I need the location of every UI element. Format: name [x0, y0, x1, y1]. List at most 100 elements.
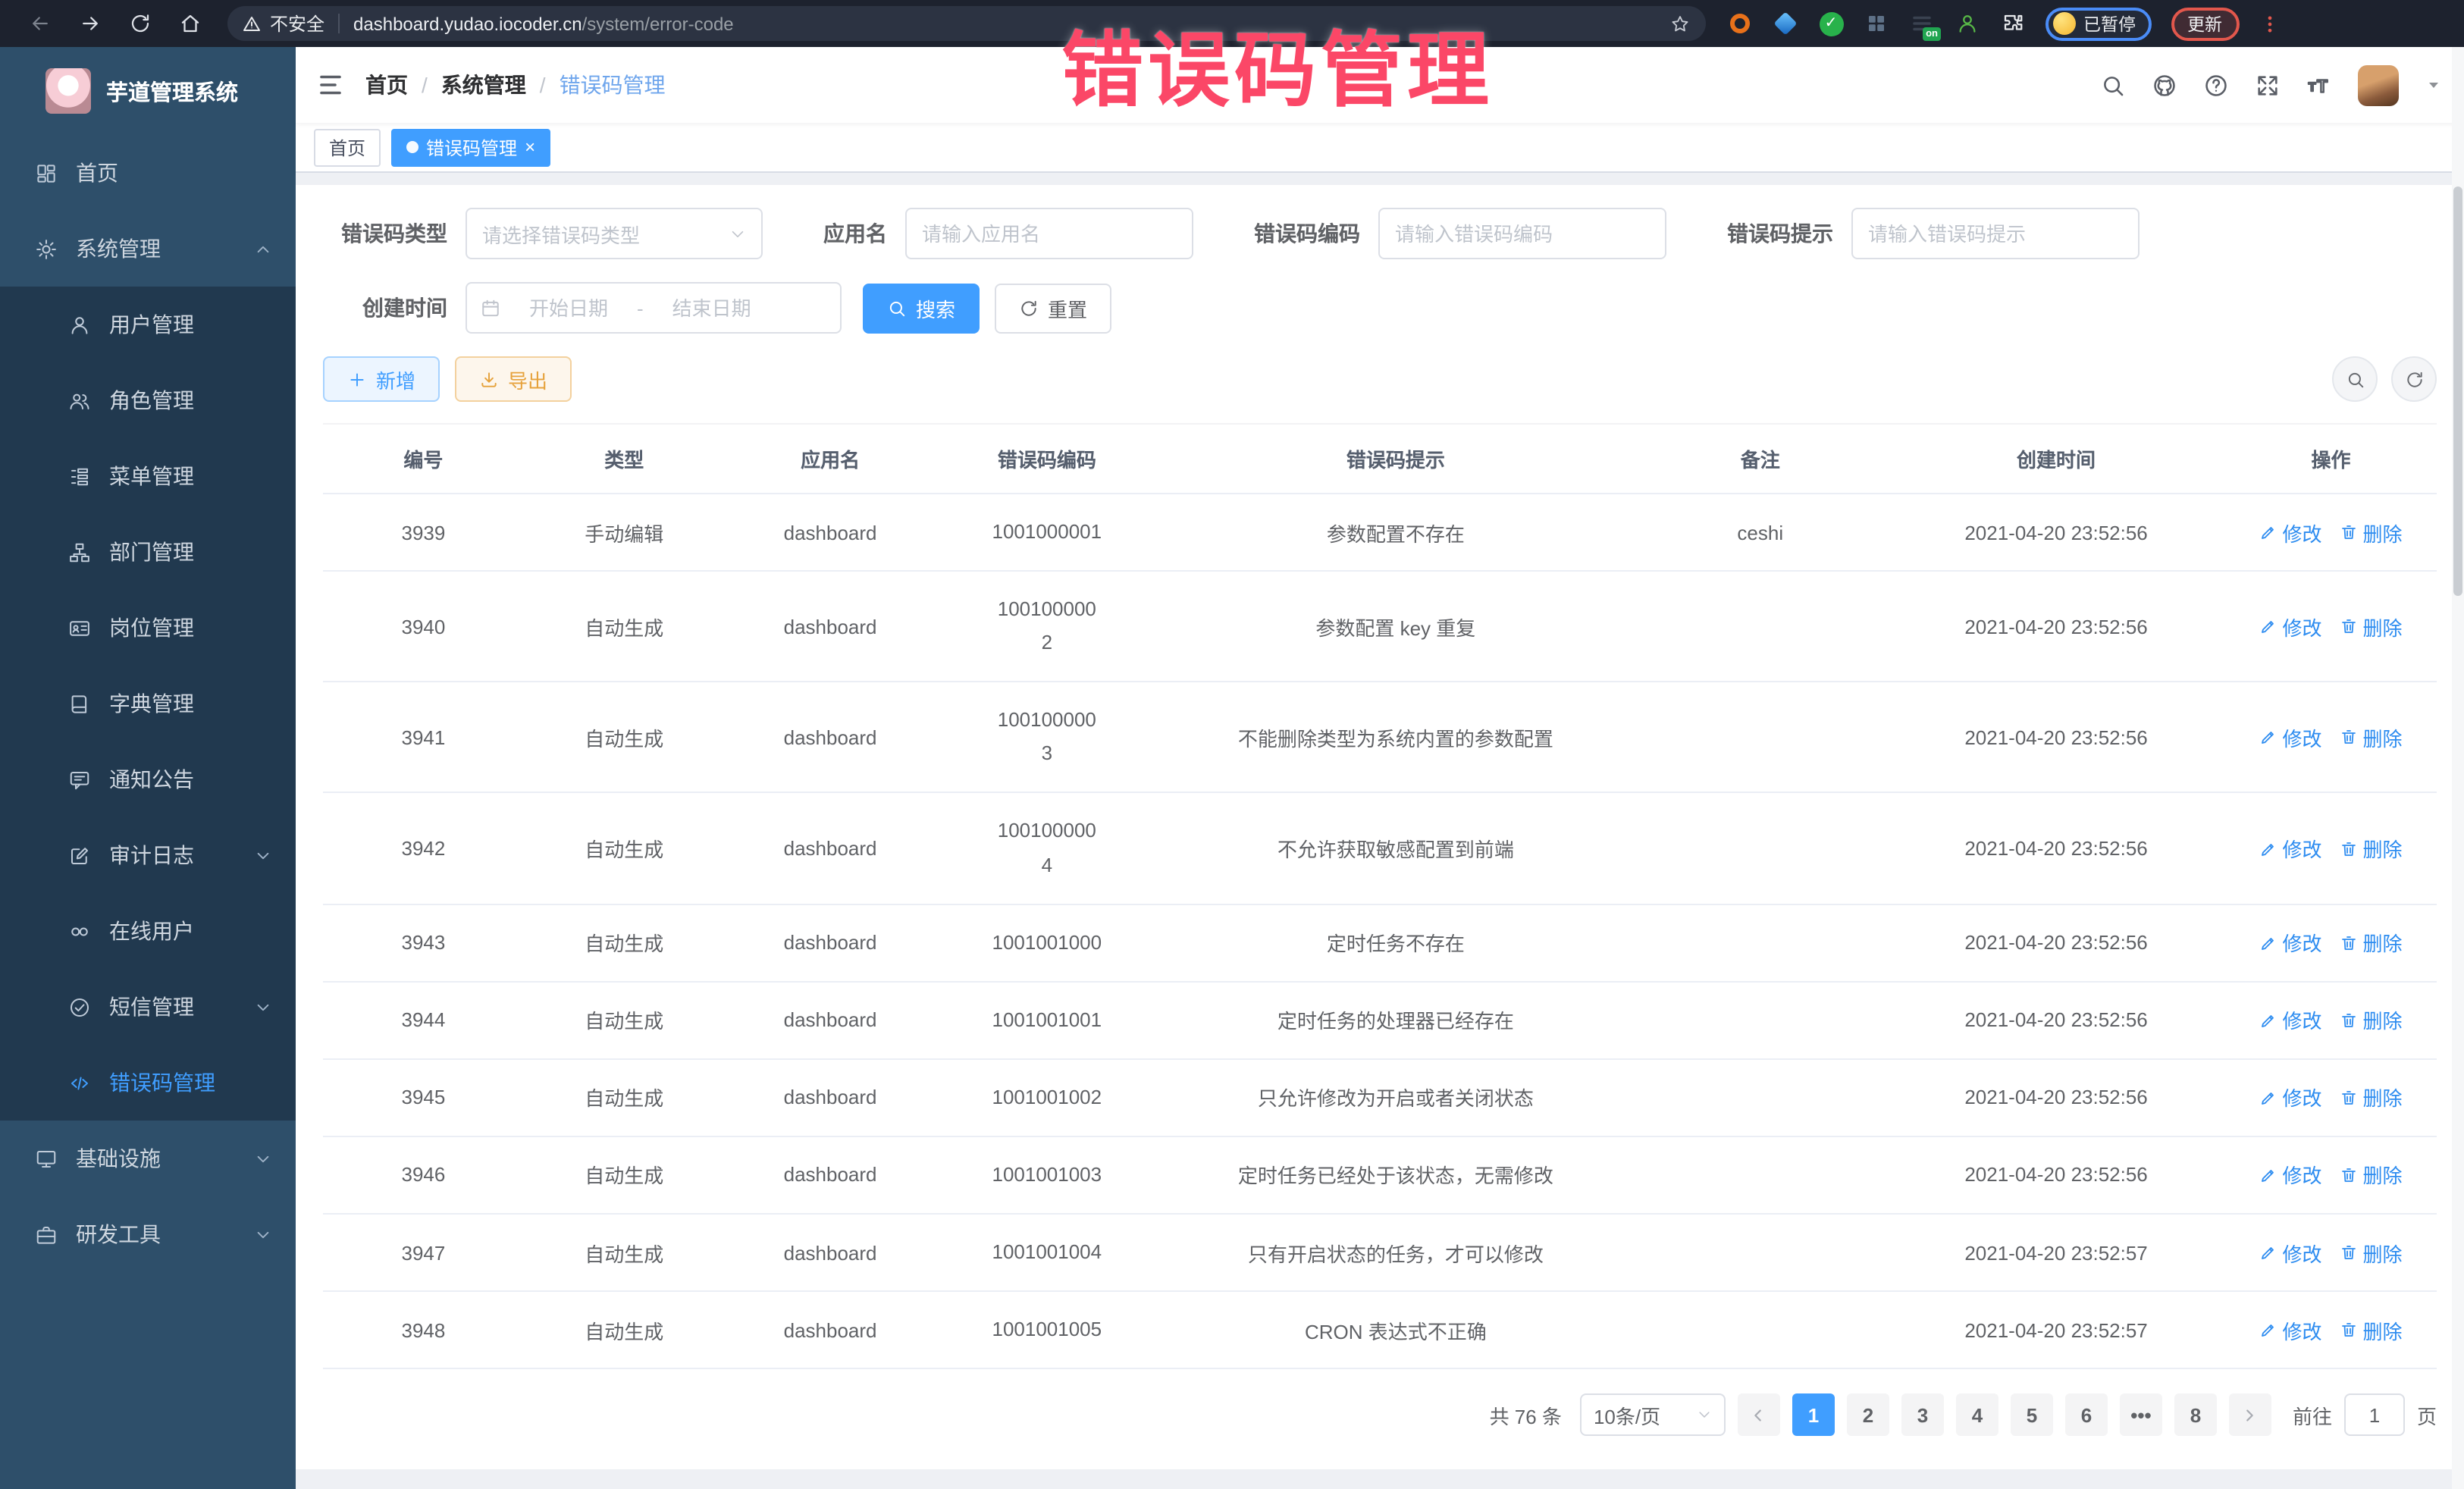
row-msg: 定时任务已经处于该状态，无需修改 — [1158, 1136, 1633, 1214]
delete-link[interactable]: 删除 — [2340, 834, 2403, 863]
extension-list-icon[interactable]: on — [1909, 11, 1935, 36]
browser-update-button[interactable]: 更新 — [2171, 7, 2239, 40]
profile-paused-pill[interactable]: 已暂停 — [2045, 7, 2151, 40]
edit-link[interactable]: 修改 — [2260, 1006, 2322, 1035]
delete-link[interactable]: 删除 — [2340, 1161, 2403, 1190]
delete-link[interactable]: 删除 — [2340, 612, 2403, 641]
sidebar-item-notice[interactable]: 通知公告 — [0, 741, 296, 817]
tag-close-icon[interactable]: × — [525, 138, 535, 156]
extension-grid-icon[interactable] — [1864, 11, 1889, 36]
page-button-5[interactable]: 5 — [2011, 1393, 2053, 1436]
sidebar-item-home[interactable]: 首页 — [0, 135, 296, 211]
tag-error-code[interactable]: 错误码管理× — [391, 128, 550, 166]
row-created: 2021-04-20 23:52:56 — [1887, 494, 2225, 571]
sidebar-item-dept[interactable]: 部门管理 — [0, 514, 296, 590]
page-more-button[interactable]: ••• — [2120, 1393, 2162, 1436]
avatar-caret-icon[interactable] — [2425, 76, 2443, 94]
end-date-input[interactable] — [653, 295, 771, 321]
row-actions: 修改删除 — [2225, 793, 2437, 904]
export-button[interactable]: 导出 — [455, 356, 572, 402]
next-page-button[interactable] — [2229, 1393, 2271, 1436]
search-button[interactable]: 搜索 — [863, 283, 980, 333]
page-button-1[interactable]: 1 — [1792, 1393, 1835, 1436]
font-size-icon[interactable] — [2306, 72, 2332, 98]
page-size-select[interactable]: 10条/页 — [1580, 1393, 1726, 1436]
edit-link[interactable]: 修改 — [2260, 518, 2322, 547]
browser-menu-icon[interactable] — [2259, 13, 2280, 34]
breadcrumb-home[interactable]: 首页 — [365, 70, 408, 100]
browser-forward-icon[interactable] — [79, 12, 102, 35]
sidebar-item-audit-log[interactable]: 审计日志 — [0, 817, 296, 893]
toggle-search-button[interactable] — [2332, 356, 2378, 402]
browser-home-icon[interactable] — [179, 12, 202, 35]
edit-link[interactable]: 修改 — [2260, 723, 2322, 752]
sidebar-item-user[interactable]: 用户管理 — [0, 287, 296, 362]
edit-link[interactable]: 修改 — [2260, 1315, 2322, 1344]
sidebar-item-menu[interactable]: 菜单管理 — [0, 438, 296, 514]
browser-back-icon[interactable] — [29, 12, 52, 35]
code-input[interactable] — [1378, 208, 1666, 259]
extension-person-icon[interactable] — [1955, 11, 1980, 36]
delete-link[interactable]: 删除 — [2340, 1315, 2403, 1344]
sidebar-item-error-code[interactable]: 错误码管理 — [0, 1045, 296, 1121]
sidebar-item-dict[interactable]: 字典管理 — [0, 666, 296, 741]
edit-link[interactable]: 修改 — [2260, 612, 2322, 641]
chevron-down-icon — [729, 225, 746, 242]
date-range-picker[interactable]: - — [466, 282, 842, 334]
sidebar-item-post[interactable]: 岗位管理 — [0, 590, 296, 666]
bookmark-star-icon[interactable] — [1669, 13, 1691, 34]
page-button-2[interactable]: 2 — [1847, 1393, 1889, 1436]
delete-link[interactable]: 删除 — [2340, 1006, 2403, 1035]
edit-link[interactable]: 修改 — [2260, 1238, 2322, 1267]
sidebar-item-sms[interactable]: 短信管理 — [0, 969, 296, 1045]
type-select[interactable]: 请选择错误码类型 — [466, 208, 763, 259]
sidebar-item-dev-tools[interactable]: 研发工具 — [0, 1196, 296, 1272]
reset-button[interactable]: 重置 — [995, 283, 1111, 333]
prev-page-button[interactable] — [1738, 1393, 1780, 1436]
goto-page-input[interactable] — [2344, 1393, 2405, 1436]
page-button-6[interactable]: 6 — [2065, 1393, 2108, 1436]
breadcrumb-system[interactable]: 系统管理 — [441, 70, 526, 100]
delete-link[interactable]: 删除 — [2340, 1238, 2403, 1267]
sidebar-item-role[interactable]: 角色管理 — [0, 362, 296, 438]
delete-link[interactable]: 删除 — [2340, 928, 2403, 957]
row-actions: 修改删除 — [2225, 682, 2437, 793]
row-code: 100100000 4 — [936, 793, 1158, 904]
delete-link[interactable]: 删除 — [2340, 1083, 2403, 1112]
delete-link[interactable]: 删除 — [2340, 723, 2403, 752]
app-input[interactable] — [905, 208, 1193, 259]
extensions-puzzle-icon[interactable] — [2000, 11, 2026, 36]
delete-link[interactable]: 删除 — [2340, 518, 2403, 547]
tag-home[interactable]: 首页 — [314, 128, 381, 166]
col-remark: 备注 — [1634, 424, 1888, 494]
github-icon[interactable] — [2152, 72, 2177, 98]
extension-gem-icon[interactable] — [1773, 11, 1798, 36]
filter-row-2: 创建时间 - 搜索 重置 — [323, 282, 2437, 334]
sidebar-item-system[interactable]: 系统管理 — [0, 211, 296, 287]
start-date-input[interactable] — [509, 295, 628, 321]
sidebar-item-infra[interactable]: 基础设施 — [0, 1121, 296, 1196]
page-scrollbar[interactable] — [2452, 47, 2464, 1489]
browser-reload-icon[interactable] — [129, 12, 152, 35]
user-avatar[interactable] — [2358, 64, 2399, 105]
row-actions: 修改删除 — [2225, 494, 2437, 571]
extension-green-check-icon[interactable]: ✓ — [1818, 11, 1844, 36]
edit-link[interactable]: 修改 — [2260, 1161, 2322, 1190]
page-button-8[interactable]: 8 — [2174, 1393, 2217, 1436]
page-button-3[interactable]: 3 — [1901, 1393, 1944, 1436]
scrollbar-thumb[interactable] — [2453, 187, 2462, 596]
help-icon[interactable] — [2203, 72, 2229, 98]
sidebar-item-online-user[interactable]: 在线用户 — [0, 893, 296, 969]
refresh-table-button[interactable] — [2391, 356, 2437, 402]
edit-link[interactable]: 修改 — [2260, 834, 2322, 863]
hamburger-icon[interactable] — [317, 71, 344, 99]
edit-link[interactable]: 修改 — [2260, 928, 2322, 957]
extension-orange-icon[interactable] — [1727, 11, 1753, 36]
fullscreen-icon[interactable] — [2255, 72, 2281, 98]
header-search-icon[interactable] — [2100, 72, 2126, 98]
add-button[interactable]: 新增 — [323, 356, 440, 402]
page-button-4[interactable]: 4 — [1956, 1393, 1998, 1436]
edit-link[interactable]: 修改 — [2260, 1083, 2322, 1112]
msg-input[interactable] — [1851, 208, 2140, 259]
type-select-placeholder: 请选择错误码类型 — [482, 219, 640, 248]
